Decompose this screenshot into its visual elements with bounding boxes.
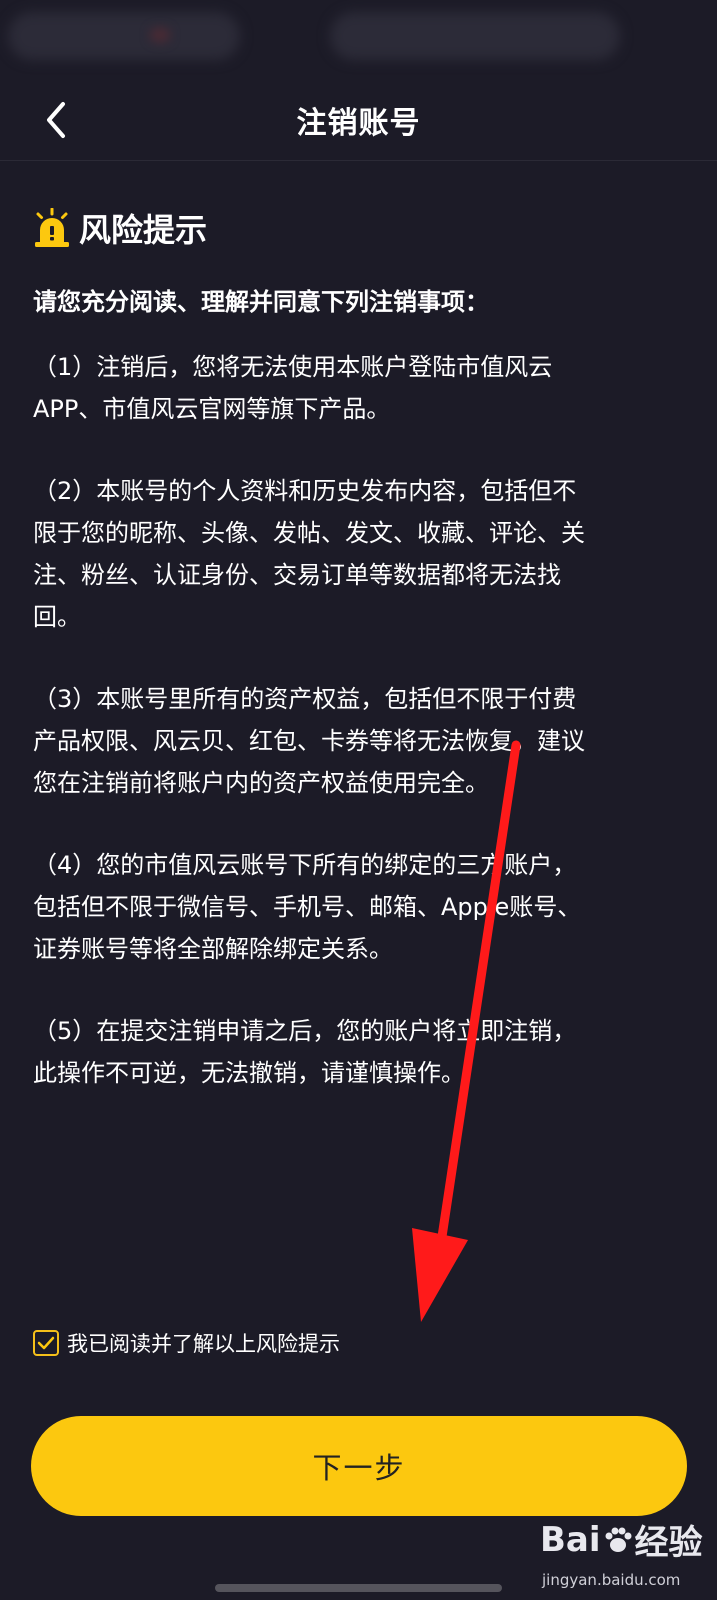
blurred-status-right — [330, 12, 620, 60]
checkmark-icon — [37, 1336, 55, 1350]
risk-intro: 请您充分阅读、理解并同意下列注销事项： — [33, 288, 489, 316]
home-indicator — [215, 1584, 502, 1592]
status-bar — [0, 0, 717, 80]
watermark-logo-text-cn: 经验 — [634, 1523, 703, 1563]
risk-header: 风险提示 — [33, 204, 207, 252]
risk-items: （1）注销后，您将无法使用本账户登陆市值风云 APP、市值风云官网等旗下产品。 … — [33, 346, 685, 1134]
risk-item: （1）注销后，您将无法使用本账户登陆市值风云 APP、市值风云官网等旗下产品。 — [33, 353, 553, 423]
risk-item: （2）本账号的个人资料和历史发布内容，包括但不 限于您的昵称、头像、发帖、发文、… — [33, 477, 585, 631]
agree-label: 我已阅读并了解以上风险提示 — [67, 1332, 340, 1356]
agree-checkbox[interactable] — [33, 1330, 59, 1356]
watermark-logo-text: Bai — [540, 1519, 601, 1560]
nav-bar: 注销账号 — [0, 80, 717, 161]
blurred-status-dot — [150, 28, 170, 42]
risk-item: （4）您的市值风云账号下所有的绑定的三方账户， 包括但不限于微信号、手机号、邮箱… — [33, 851, 582, 963]
next-step-button[interactable]: 下一步 — [31, 1416, 687, 1516]
alarm-warning-icon — [35, 208, 69, 247]
watermark-url: jingyan.baidu.com — [542, 1571, 681, 1589]
watermark-logo: Bai 经验 — [540, 1515, 703, 1564]
risk-item: （3）本账号里所有的资产权益，包括但不限于付费 产品权限、风云贝、红包、卡券等将… — [33, 685, 585, 797]
baidu-watermark: Bai 经验 jingyan.baidu.com — [540, 1515, 705, 1595]
page-title: 注销账号 — [296, 106, 421, 141]
agree-checkbox-row[interactable]: 我已阅读并了解以上风险提示 — [33, 1328, 340, 1358]
risk-item: （5）在提交注销申请之后，您的账户将立即注销， 此操作不可逆，无法撤销，请谨慎操… — [33, 1017, 577, 1087]
risk-title: 风险提示 — [79, 211, 208, 249]
blurred-status-left — [8, 12, 240, 60]
paw-icon — [605, 1527, 632, 1552]
